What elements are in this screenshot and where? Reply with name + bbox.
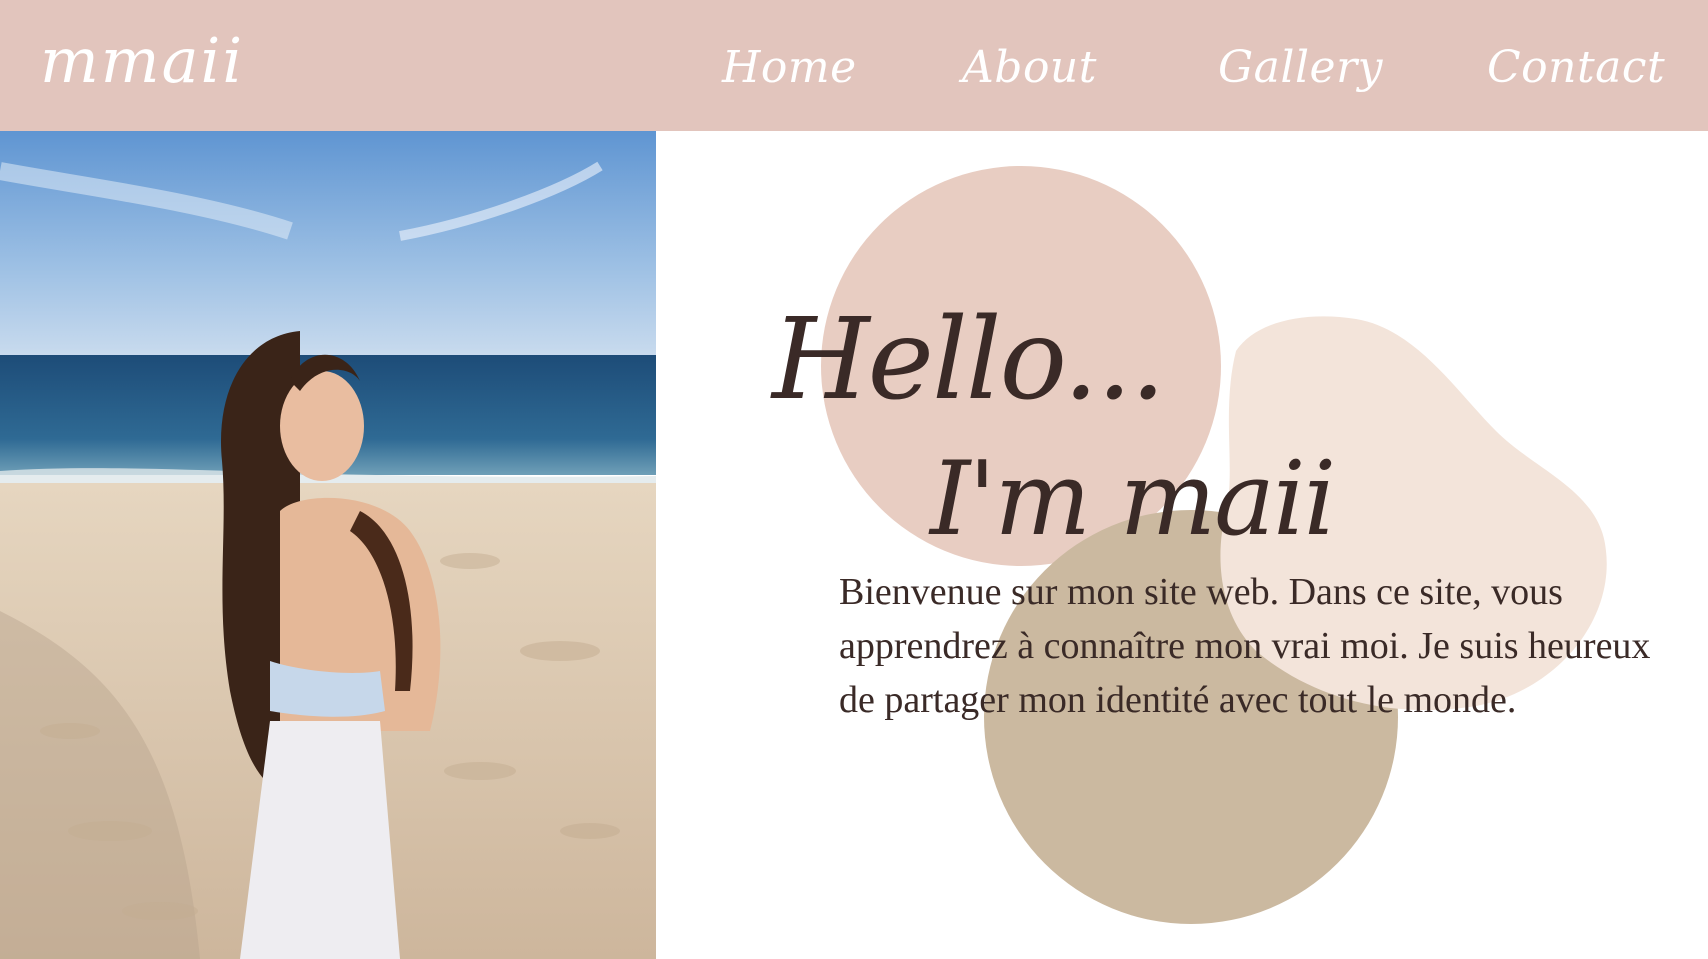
logo[interactable]: mmaii bbox=[40, 22, 340, 102]
hero-greeting: Hello... bbox=[772, 295, 1166, 425]
hero-intro-text: Bienvenue sur mon site web. Dans ce site… bbox=[839, 571, 1651, 721]
nav-gallery-link[interactable]: Gallery bbox=[1218, 40, 1383, 96]
navbar: mmaii Home About Gallery Contact bbox=[0, 0, 1708, 131]
logo-text: mmaii bbox=[40, 24, 244, 97]
nav-contact-link[interactable]: Contact bbox=[1487, 40, 1665, 96]
nav-about-link[interactable]: About bbox=[962, 40, 1097, 96]
hero-name: I'm maii bbox=[930, 440, 1336, 559]
beach-portrait-photo bbox=[0, 131, 656, 959]
nav-home-link[interactable]: Home bbox=[722, 40, 857, 96]
